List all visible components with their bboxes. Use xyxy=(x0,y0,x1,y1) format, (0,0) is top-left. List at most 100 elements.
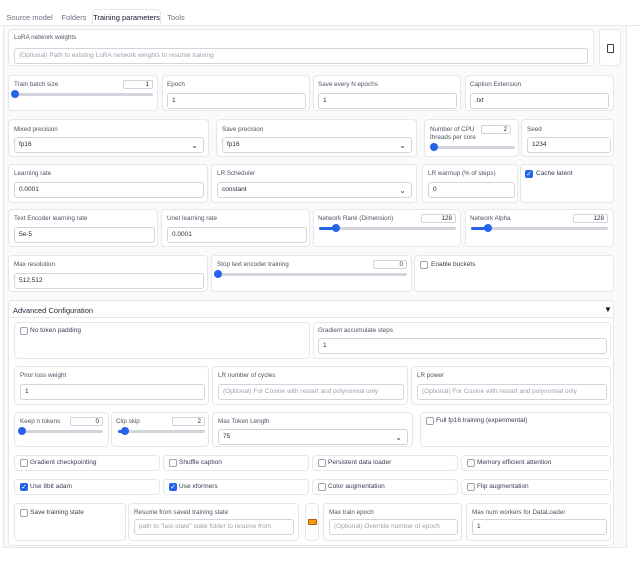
color-augmentation-label: Color augmentation xyxy=(328,483,385,490)
learning-rate-input[interactable]: 0.0001 xyxy=(14,182,204,198)
lr-cycles-label: LR number of cycles xyxy=(218,372,276,379)
caption-extension-input[interactable]: .txt xyxy=(470,93,609,109)
clip-skip-slider[interactable] xyxy=(118,427,205,435)
lr-warmup-group: LR warmup (% of steps) 0 xyxy=(422,164,518,203)
collapse-arrow-icon[interactable]: ▼ xyxy=(604,305,612,314)
unet-lr-input[interactable]: 0.0001 xyxy=(167,227,307,243)
lr-power-input[interactable]: (Optional) For Cosine with restart and p… xyxy=(417,384,607,400)
lora-weights-file-button[interactable] xyxy=(599,29,621,66)
cache-latent-group: ✓ Cache latent xyxy=(520,164,614,203)
clip-skip-number[interactable]: 2 xyxy=(172,417,205,426)
use-xformers-label: Use xformers xyxy=(179,483,218,490)
save-precision-select[interactable]: fp16 ⌄ xyxy=(222,137,412,153)
cpu-threads-number[interactable]: 2 xyxy=(481,125,511,134)
network-alpha-number[interactable]: 128 xyxy=(573,214,608,223)
gradient-accumulate-input[interactable]: 1 xyxy=(318,338,607,354)
unet-lr-label: Unet learning rate xyxy=(167,215,218,222)
advanced-configuration-title[interactable]: Advanced Configuration xyxy=(13,306,93,315)
flip-augmentation-group: Flip augmentation xyxy=(461,479,611,495)
train-batch-size-slider[interactable] xyxy=(11,90,153,98)
enable-buckets-label: Enable buckets xyxy=(431,261,476,268)
shuffle-caption-checkbox[interactable] xyxy=(169,459,177,467)
seed-input[interactable]: 1234 xyxy=(527,137,611,153)
max-workers-label: Max num workers for DataLoader xyxy=(472,509,566,516)
stop-text-encoder-label: Stop text encoder training xyxy=(217,261,289,268)
learning-rate-label: Learning rate xyxy=(14,170,52,177)
keep-tokens-number[interactable]: 0 xyxy=(70,417,103,426)
cache-latent-checkbox[interactable]: ✓ xyxy=(525,170,533,178)
lr-warmup-input[interactable]: 0 xyxy=(428,182,515,198)
gradient-checkpointing-group: Gradient checkpointing xyxy=(14,455,160,471)
save-every-input[interactable]: 1 xyxy=(318,93,457,109)
lr-scheduler-label: LR Scheduler xyxy=(217,170,256,177)
no-token-padding-group: No token padding xyxy=(14,322,310,359)
document-icon xyxy=(607,44,614,53)
no-token-padding-checkbox[interactable] xyxy=(20,327,28,335)
save-training-state-checkbox[interactable] xyxy=(20,509,28,517)
color-augmentation-checkbox[interactable] xyxy=(318,483,326,491)
tab-tools[interactable]: Tools xyxy=(163,10,189,25)
chevron-down-icon: ⌄ xyxy=(395,433,402,442)
stop-text-encoder-number[interactable]: 0 xyxy=(373,260,407,269)
max-train-epoch-input[interactable]: (Optional) Override number of epoch xyxy=(329,519,458,535)
resume-folder-button[interactable] xyxy=(305,503,319,541)
network-rank-slider[interactable] xyxy=(319,224,456,232)
persistent-data-loader-checkbox[interactable] xyxy=(318,459,326,467)
clip-skip-label: Clip skip xyxy=(116,418,140,425)
keep-tokens-label: Keep n tokens xyxy=(20,418,61,425)
max-token-length-select[interactable]: 75 ⌄ xyxy=(218,429,408,445)
tab-folders[interactable]: Folders xyxy=(57,10,91,25)
tab-source-model[interactable]: Source model xyxy=(4,10,55,25)
gradient-accumulate-label: Gradient accumulate steps xyxy=(318,327,393,334)
prior-loss-weight-input[interactable]: 1 xyxy=(20,384,205,400)
text-encoder-lr-input[interactable]: 5e-5 xyxy=(14,227,155,243)
train-batch-size-number[interactable]: 1 xyxy=(123,80,153,89)
memory-efficient-attention-checkbox[interactable] xyxy=(467,459,475,467)
keep-tokens-slider[interactable] xyxy=(18,427,103,435)
tab-training-parameters[interactable]: Training parameters xyxy=(92,9,161,26)
use-xformers-checkbox[interactable]: ✓ xyxy=(169,483,177,491)
network-alpha-slider[interactable] xyxy=(471,224,608,232)
resume-state-input[interactable]: path to "last-state" state folder to res… xyxy=(134,519,294,535)
max-resolution-input[interactable]: 512,512 xyxy=(14,273,204,289)
keep-tokens-group: Keep n tokens 0 xyxy=(14,412,109,447)
cpu-threads-slider[interactable] xyxy=(430,143,515,151)
gradient-checkpointing-checkbox[interactable] xyxy=(20,459,28,467)
cpu-threads-label-2: threads per core xyxy=(430,134,476,141)
use-8bit-adam-label: Use 8bit adam xyxy=(30,483,72,490)
train-batch-size-label: Train batch size xyxy=(14,81,59,88)
use-8bit-adam-checkbox[interactable]: ✓ xyxy=(20,483,28,491)
no-token-padding-label: No token padding xyxy=(30,327,81,334)
color-augmentation-group: Color augmentation xyxy=(312,479,458,495)
lr-scheduler-group: LR Scheduler constant ⌄ xyxy=(211,164,417,203)
lr-scheduler-select[interactable]: constant ⌄ xyxy=(217,182,412,198)
stop-text-encoder-slider[interactable] xyxy=(214,270,407,278)
epoch-input[interactable]: 1 xyxy=(167,93,306,109)
memory-efficient-attention-label: Memory efficient attention xyxy=(477,459,552,466)
mixed-precision-value: fp16 xyxy=(19,141,32,148)
network-rank-group: Network Rank (Dimension) 128 xyxy=(313,209,461,247)
stop-text-encoder-group: Stop text encoder training 0 xyxy=(211,255,412,292)
lr-warmup-label: LR warmup (% of steps) xyxy=(428,170,496,177)
cpu-threads-label: Number of CPU xyxy=(430,126,475,133)
network-rank-number[interactable]: 128 xyxy=(421,214,456,223)
mixed-precision-label: Mixed precision xyxy=(14,126,58,133)
train-batch-size-group: Train batch size 1 xyxy=(8,75,158,111)
max-train-epoch-group: Max train epoch (Optional) Override numb… xyxy=(323,503,462,541)
mixed-precision-select[interactable]: fp16 ⌄ xyxy=(14,137,204,153)
max-token-length-label: Max Token Length xyxy=(218,418,270,425)
clip-skip-group: Clip skip 2 xyxy=(111,412,209,447)
lora-weights-group: LoRA network weights (Optional) Path to … xyxy=(8,29,594,66)
flip-augmentation-label: Flip augmentation xyxy=(477,483,529,490)
max-resolution-group: Max resolution 512,512 xyxy=(8,255,208,292)
use-xformers-group: ✓ Use xformers xyxy=(163,479,309,495)
prior-loss-weight-label: Prior loss weight xyxy=(20,372,67,379)
flip-augmentation-checkbox[interactable] xyxy=(467,483,475,491)
full-fp16-checkbox[interactable] xyxy=(426,417,434,425)
lora-weights-input[interactable]: (Optional) Path to existing LoRA network… xyxy=(14,48,588,64)
lr-cycles-input[interactable]: (Optional) For Cosine with restart and p… xyxy=(218,384,404,400)
prior-loss-weight-group: Prior loss weight 1 xyxy=(14,366,209,405)
enable-buckets-checkbox[interactable] xyxy=(420,261,428,269)
max-workers-input[interactable]: 1 xyxy=(472,519,607,535)
gradient-checkpointing-label: Gradient checkpointing xyxy=(30,459,97,466)
